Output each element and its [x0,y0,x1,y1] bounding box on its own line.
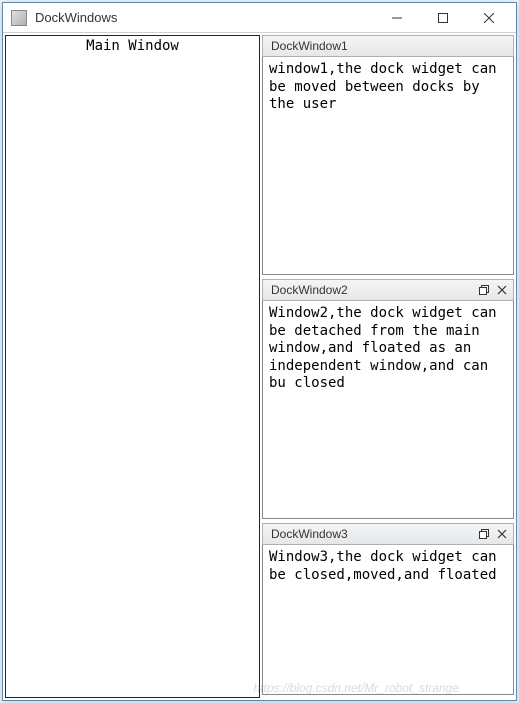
dock-close-button-2[interactable] [495,283,509,297]
dock-header-1[interactable]: DockWindow1 [262,35,514,57]
dock-content-2: Window2,the dock widget can be detached … [269,305,497,391]
dock-body-3[interactable]: Window3,the dock widget can be closed,mo… [262,545,514,695]
main-window-panel[interactable]: Main Window [5,35,260,698]
dock-column: DockWindow1 window1,the dock widget can … [262,35,514,698]
dock-body-2[interactable]: Window2,the dock widget can be detached … [262,301,514,519]
dock-close-button-3[interactable] [495,527,509,541]
dock-header-3[interactable]: DockWindow3 [262,523,514,545]
window-controls [374,4,512,32]
dock-controls-3 [477,527,509,541]
dock-float-button-2[interactable] [477,283,491,297]
window-title: DockWindows [35,10,374,25]
app-icon [11,10,27,26]
main-window-label: Main Window [86,38,179,54]
dock-title-3: DockWindow3 [271,527,477,541]
dock-body-1[interactable]: window1,the dock widget can be moved bet… [262,57,514,275]
application-window: DockWindows Main Window DockWindow1 w [2,2,517,701]
dock-controls-2 [477,283,509,297]
dock-content-1: window1,the dock widget can be moved bet… [269,61,497,112]
dock-content-3: Window3,the dock widget can be closed,mo… [269,549,497,583]
maximize-button[interactable] [420,4,466,32]
dock-title-1: DockWindow1 [271,39,509,53]
dock-header-2[interactable]: DockWindow2 [262,279,514,301]
dock-window-1: DockWindow1 window1,the dock widget can … [262,35,514,275]
titlebar[interactable]: DockWindows [3,3,516,33]
content-area: Main Window DockWindow1 window1,the dock… [3,33,516,700]
dock-window-3: DockWindow3 Window3,the dock widget can … [262,523,514,695]
close-button[interactable] [466,4,512,32]
dock-window-2: DockWindow2 Window2,the dock widget can … [262,279,514,519]
dock-float-button-3[interactable] [477,527,491,541]
minimize-button[interactable] [374,4,420,32]
dock-title-2: DockWindow2 [271,283,477,297]
